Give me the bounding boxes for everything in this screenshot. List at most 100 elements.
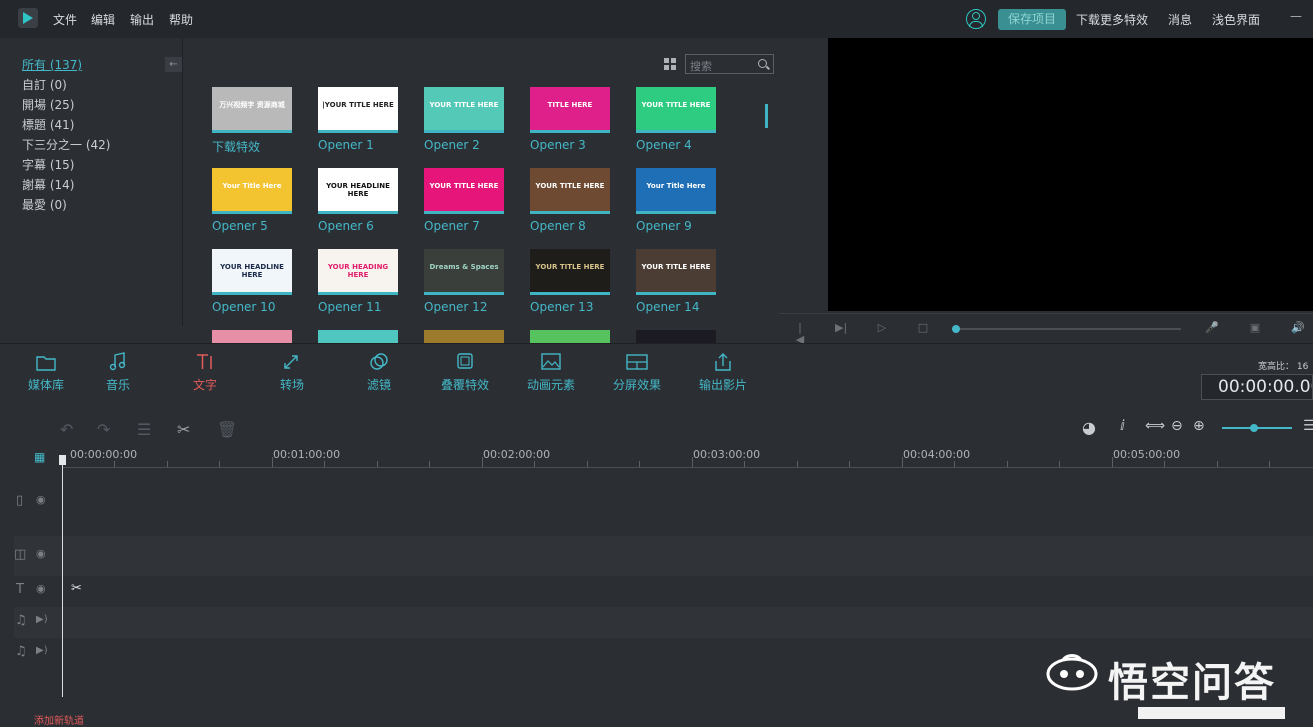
tool-split-screen[interactable]: 分屏效果 [602, 352, 672, 393]
play-icon[interactable]: ▷ [876, 322, 888, 334]
fit-timeline-icon[interactable]: ⟺ [1145, 418, 1165, 434]
search-icon[interactable] [758, 59, 767, 68]
zoom-slider[interactable] [1222, 424, 1292, 432]
undo-icon[interactable]: ↶ [60, 420, 73, 439]
main-toolbar: 媒体库 音乐 文字 转场 滤镜 叠覆特效 动画元素 分屏效果 输出影片 宽高比：… [0, 343, 1313, 403]
render-icon[interactable]: ◕ [1082, 418, 1096, 437]
tile-label: Opener 2 [424, 138, 480, 152]
messages-link[interactable]: 消息 [1168, 11, 1192, 28]
speaker-icon[interactable]: ▶) [36, 645, 48, 656]
zoom-out-icon[interactable]: ⊖ [1171, 418, 1183, 434]
tile-opener-6[interactable]: YOUR HEADLINE HERE [318, 168, 398, 214]
category-credits[interactable]: 謝幕 (14) [22, 176, 74, 193]
tool-text[interactable]: 文字 [170, 352, 240, 393]
tool-elements[interactable]: 动画元素 [516, 352, 586, 393]
zoom-in-icon[interactable]: ⊕ [1193, 418, 1205, 434]
light-theme-link[interactable]: 浅色界面 [1212, 11, 1260, 28]
tile-opener-2[interactable]: YOUR TITLE HERE [424, 87, 504, 133]
menu-edit[interactable]: 编辑 [91, 11, 115, 28]
playhead-knob[interactable] [952, 325, 960, 333]
user-account-icon[interactable] [966, 9, 986, 29]
minimize-button[interactable]: — [1290, 9, 1302, 23]
camera-icon[interactable]: ▣ [1249, 322, 1261, 334]
eye-icon[interactable]: ◉ [36, 582, 46, 595]
category-titles[interactable]: 標題 (41) [22, 116, 74, 133]
add-track-icon[interactable]: ▦ [34, 450, 45, 464]
skip-back-icon[interactable]: |◀ [794, 322, 806, 346]
microphone-icon[interactable]: 🎤 [1205, 322, 1219, 334]
ime-toolbar [1138, 707, 1285, 719]
tile-opener-5[interactable]: Your Title Here [212, 168, 292, 214]
tile-partial[interactable] [424, 330, 504, 343]
adjust-icon[interactable]: ☰ [137, 420, 151, 439]
tile-partial[interactable] [636, 330, 716, 343]
arrow-left-icon[interactable]: ← [165, 57, 182, 72]
audio-track-1[interactable]: ♫ ▶) [14, 607, 1313, 638]
tile-opener-12[interactable]: Dreams & Spaces [424, 249, 504, 295]
eye-icon[interactable]: ◉ [36, 493, 46, 506]
category-custom[interactable]: 自訂 (0) [22, 76, 67, 93]
grid-view-icon[interactable] [664, 58, 676, 70]
category-all[interactable]: 所有 (137) [22, 56, 82, 73]
playback-progress-bar[interactable] [952, 325, 1181, 333]
tile-partial[interactable] [212, 330, 292, 343]
tile-opener-4[interactable]: YOUR TITLE HERE [636, 87, 716, 133]
tile-opener-13[interactable]: YOUR TITLE HERE [530, 249, 610, 295]
redo-icon[interactable]: ↷ [97, 420, 110, 439]
tile-opener-8[interactable]: YOUR TITLE HERE [530, 168, 610, 214]
ruler-label: 00:04:00:00 [903, 448, 971, 461]
menu-icon[interactable]: ☰ [1303, 418, 1313, 434]
tool-media-library[interactable]: 媒体库 [11, 352, 81, 393]
cut-icon[interactable]: ✂ [177, 420, 190, 439]
tile-opener-9[interactable]: Your Title Here [636, 168, 716, 214]
tool-music[interactable]: 音乐 [83, 352, 153, 393]
tile-partial[interactable] [318, 330, 398, 343]
tile-opener-3[interactable]: TITLE HERE [530, 87, 610, 133]
eye-icon[interactable]: ◉ [36, 547, 46, 560]
tile-label: Opener 1 [318, 138, 374, 152]
edit-toolbar: ↶ ↷ ☰ ✂ 🗑 ◕ ⅈ ⟺ ⊖ ⊕ ☰ [0, 403, 1313, 447]
delete-icon[interactable]: 🗑 [217, 420, 237, 439]
tile-opener-11[interactable]: YOUR HEADING HERE [318, 249, 398, 295]
time-ruler[interactable]: 00:00:00:00 00:01:00:00 00:02:00:00 00:0… [62, 447, 1313, 468]
tool-overlays[interactable]: 叠覆特效 [430, 352, 500, 393]
tool-filters[interactable]: 滤镜 [344, 352, 414, 393]
grid-scrollbar[interactable] [765, 104, 768, 128]
tile-opener-14[interactable]: YOUR TITLE HERE [636, 249, 716, 295]
category-favorites[interactable]: 最愛 (0) [22, 196, 67, 213]
download-effects-link[interactable]: 下载更多特效 [1076, 11, 1148, 28]
save-project-button[interactable]: 保存项目 [998, 9, 1066, 30]
tile-preview-text: YOUR TITLE HERE [429, 101, 499, 109]
tool-transitions[interactable]: 转场 [257, 352, 327, 393]
tile-opener-10[interactable]: YOUR HEADLINE HERE [212, 249, 292, 295]
timeline-playhead[interactable] [59, 455, 66, 697]
tile-label: Opener 3 [530, 138, 586, 152]
tool-label: 媒体库 [27, 378, 64, 392]
tile-preview-text: YOUR TITLE HERE [429, 182, 499, 190]
video-track-1[interactable]: ▯ ◉ [14, 469, 1313, 536]
category-opener[interactable]: 開場 (25) [22, 96, 74, 113]
tile-preview-text: 万兴视频字 资源商城 [219, 101, 285, 109]
tile-download-effects[interactable]: 万兴视频字 资源商城 [212, 87, 292, 133]
tile-partial[interactable] [530, 330, 610, 343]
text-track[interactable]: T ◉ ✂ [14, 576, 1313, 607]
speaker-icon[interactable]: ▶) [36, 614, 48, 625]
menu-file[interactable]: 文件 [53, 11, 77, 28]
tile-opener-7[interactable]: YOUR TITLE HERE [424, 168, 504, 214]
zoom-slider-knob[interactable] [1250, 424, 1258, 432]
menu-export[interactable]: 输出 [130, 11, 154, 28]
skip-forward-icon[interactable]: ▶| [835, 322, 847, 334]
category-subtitles[interactable]: 字幕 (15) [22, 156, 74, 173]
category-lower-thirds[interactable]: 下三分之一 (42) [22, 136, 110, 153]
stop-icon[interactable]: □ [917, 322, 929, 334]
tile-preview-text: TITLE HERE [547, 101, 593, 109]
video-track-2[interactable]: ◫ ◉ [14, 536, 1313, 576]
audio-mixer-icon[interactable]: ⅈ [1120, 418, 1125, 434]
tool-label: 文字 [192, 378, 217, 392]
tile-opener-1[interactable]: |YOUR TITLE HERE [318, 87, 398, 133]
menu-help[interactable]: 帮助 [169, 11, 193, 28]
tile-label: Opener 13 [530, 300, 594, 314]
search-input[interactable]: 搜索 [685, 54, 774, 74]
volume-icon[interactable]: 🔊 [1291, 322, 1305, 334]
tool-export[interactable]: 输出影片 [688, 352, 758, 393]
